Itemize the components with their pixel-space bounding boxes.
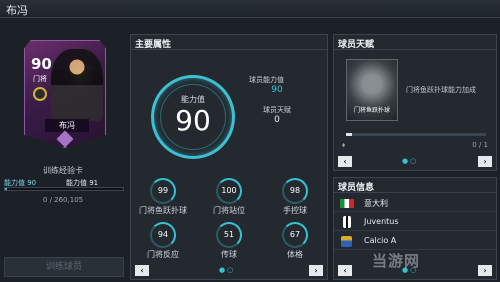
player-card[interactable]: 90 门将 布冯 — [24, 40, 106, 148]
talent-next-button[interactable]: › — [478, 156, 492, 167]
talent-description: 门将鱼跃扑球能力加成 — [406, 86, 476, 94]
stat-value: 100 — [221, 186, 237, 195]
player-talent-panel: 球员天赋 门将鱼跃扑球 门将鱼跃扑球能力加成 ⬧ 0 / 1 ‹ ●○ › — [333, 34, 497, 171]
info-row-league[interactable]: Calcio A — [334, 233, 496, 250]
drop-icon: ⬧ — [342, 141, 346, 149]
stat-arc: 99 — [150, 178, 176, 204]
stat-label: 手控球 — [283, 206, 307, 215]
site-watermark: 当游网 — [372, 252, 421, 270]
top-bar: 布冯 — [0, 0, 500, 18]
stat-reflexes: 94 门将反应 — [135, 222, 191, 260]
info-next-button[interactable]: › — [478, 265, 492, 276]
info-prev-button[interactable]: ‹ — [338, 265, 352, 276]
stat-arc: 100 — [216, 178, 242, 204]
main-prev-button[interactable]: ‹ — [135, 265, 149, 276]
player-talent-value: 0 — [274, 115, 280, 125]
calcio-a-icon — [341, 236, 352, 247]
card-position: 门将 — [33, 75, 47, 83]
xp-progress-fill — [5, 188, 8, 190]
stat-arc: 98 — [282, 178, 308, 204]
talent-count: 0 / 1 — [472, 141, 488, 149]
card-player-name: 布冯 — [45, 119, 89, 132]
card-rating: 90 — [31, 55, 52, 73]
player-ability-value: 90 — [271, 85, 283, 95]
stat-physical: 67 体格 — [267, 222, 323, 260]
talent-card-name: 门将鱼跃扑球 — [353, 107, 390, 114]
talent-scroll-bar[interactable] — [346, 133, 486, 136]
stat-value: 98 — [289, 186, 301, 195]
stat-value: 99 — [157, 186, 169, 195]
juventus-icon — [343, 216, 351, 228]
page-title: 布冯 — [6, 4, 28, 17]
ability-ring: 能力值 90 — [151, 75, 235, 159]
train-player-button[interactable]: 训练球员 — [4, 257, 124, 277]
card-type-label: 训练经验卡 — [43, 166, 83, 175]
stat-diving: 99 门将鱼跃扑球 — [135, 178, 191, 216]
ability-value: 90 — [175, 104, 211, 137]
info-row-text: Juventus — [364, 217, 399, 226]
xp-progress-text: 0 / 260,105 — [42, 196, 84, 204]
card-tier-icon — [56, 130, 74, 148]
talent-card[interactable]: 门将鱼跃扑球 — [346, 59, 398, 121]
stat-label: 门将鱼跃扑球 — [139, 206, 187, 215]
xp-progress-bar — [4, 187, 124, 191]
player-ability-label: 球员能力值 — [249, 76, 284, 84]
main-attributes-panel: 主要属性 能力值 90 球员能力值 90 球员天赋 0 99 门将鱼跃扑球 10… — [130, 34, 328, 280]
talent-scroll-thumb[interactable] — [346, 133, 352, 136]
stat-value: 94 — [157, 230, 169, 239]
info-row-club[interactable]: Juventus — [334, 214, 496, 231]
talent-page-dots: ●○ — [402, 157, 419, 165]
stat-label: 门将站位 — [213, 206, 245, 215]
italy-flag-icon — [340, 199, 354, 208]
divider — [131, 49, 327, 50]
main-next-button[interactable]: › — [309, 265, 323, 276]
stat-label: 传球 — [221, 250, 237, 259]
divider — [334, 49, 496, 50]
player-portrait — [51, 49, 103, 121]
stat-value: 51 — [223, 230, 235, 239]
stat-arc: 94 — [150, 222, 176, 248]
main-page-dots: ●○ — [219, 266, 236, 274]
stat-passing: 51 传球 — [201, 222, 257, 260]
info-row-text: Calcio A — [364, 236, 397, 245]
stat-label: 门将反应 — [147, 250, 179, 259]
info-row-text: 意大利 — [364, 199, 388, 208]
stat-label: 体格 — [287, 250, 303, 259]
talent-prev-button[interactable]: ‹ — [338, 156, 352, 167]
player-talent-label: 球员天赋 — [263, 106, 291, 114]
stat-positioning: 100 门将站位 — [201, 178, 257, 216]
stat-arc: 51 — [216, 222, 242, 248]
stat-arc: 67 — [282, 222, 308, 248]
stat-handling: 98 手控球 — [267, 178, 323, 216]
stat-value: 67 — [289, 230, 301, 239]
info-row-nation[interactable]: 意大利 — [334, 195, 496, 212]
club-badge-icon — [33, 87, 47, 101]
divider — [334, 192, 496, 193]
